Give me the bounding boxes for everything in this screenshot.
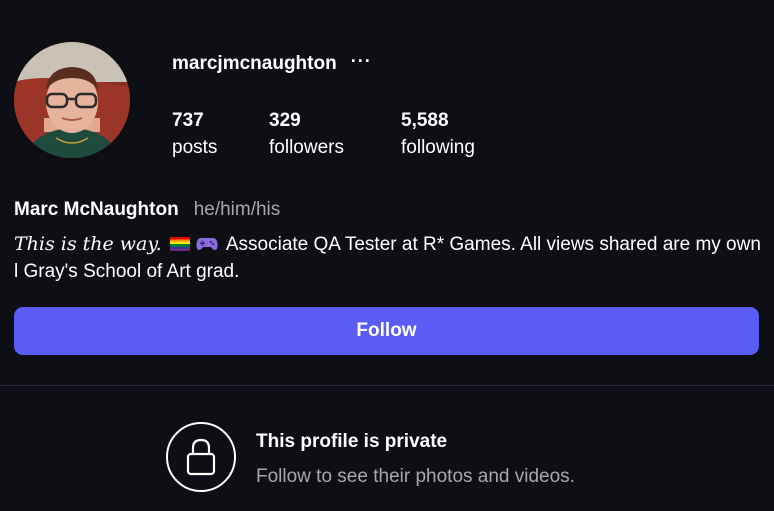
rainbow-flag-icon (169, 237, 190, 251)
followers-label: followers (269, 137, 344, 158)
profile-photo (14, 42, 130, 158)
following-label: following (401, 137, 475, 158)
divider (0, 385, 774, 386)
followers-count: 329 (269, 110, 301, 131)
private-subtitle: Follow to see their photos and videos. (256, 466, 575, 487)
private-title: This profile is private (256, 431, 448, 452)
posts-count: 737 (172, 110, 204, 131)
posts-label: posts (172, 137, 218, 158)
pronouns: he/him/his (193, 199, 281, 220)
following-count: 5,588 (401, 110, 449, 131)
avatar[interactable] (14, 42, 130, 158)
more-options-button[interactable]: ··· (351, 52, 372, 70)
follow-button[interactable]: Follow (14, 307, 759, 355)
bio: This is the way. Associate QA Tester at … (14, 231, 764, 285)
followers-stat[interactable]: 329 followers (269, 110, 344, 159)
full-name: Marc McNaughton (14, 199, 179, 220)
video-game-controller-icon (196, 238, 218, 250)
username-row: marcjmcnaughton ··· (172, 52, 372, 75)
lock-icon (166, 422, 236, 492)
bio-motto: This is the way. (14, 233, 162, 255)
following-stat[interactable]: 5,588 following (401, 110, 475, 159)
username: marcjmcnaughton (172, 53, 337, 74)
posts-stat: 737 posts (172, 110, 217, 159)
name-row: Marc McNaughton he/him/his (14, 199, 280, 221)
